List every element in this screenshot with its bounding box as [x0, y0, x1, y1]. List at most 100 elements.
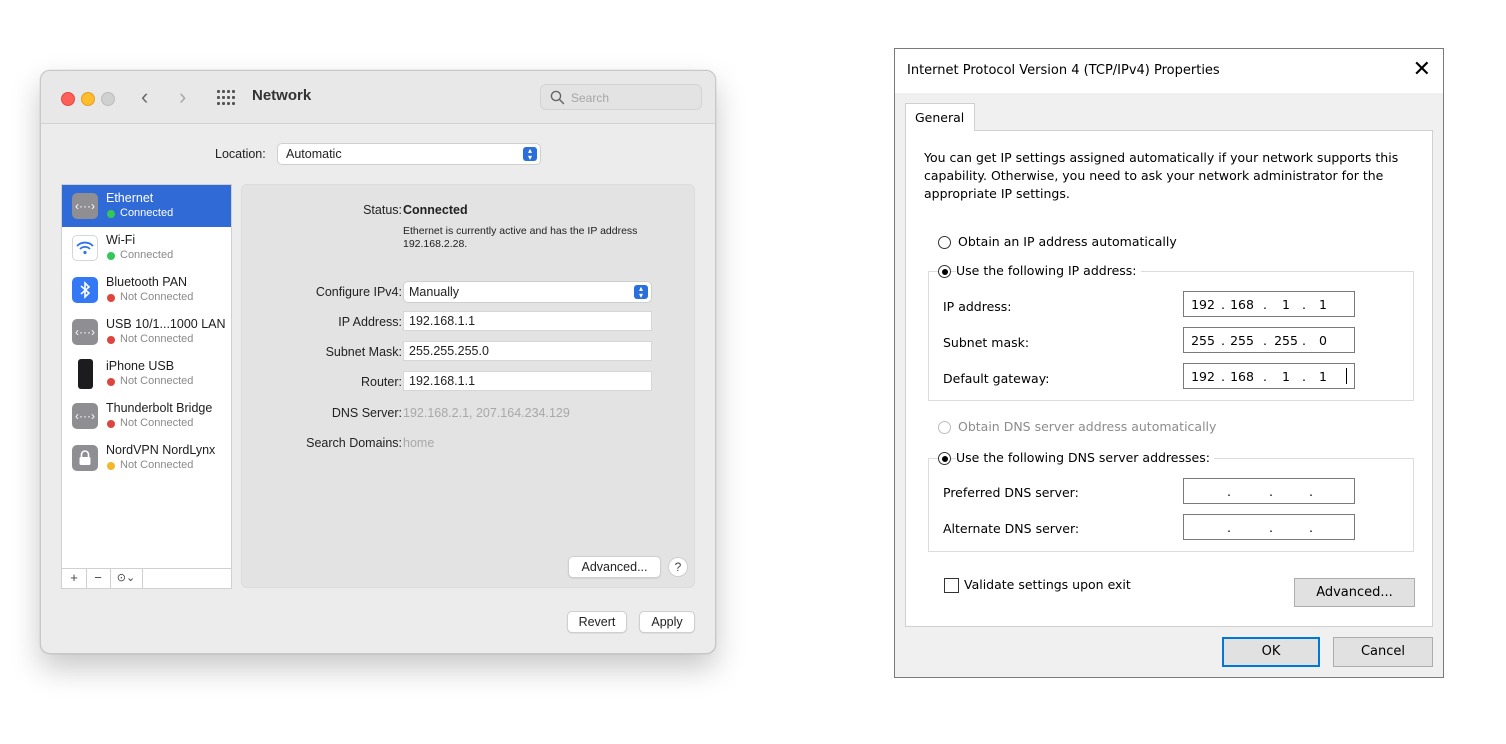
preferred-dns-label: Preferred DNS server: — [943, 485, 1079, 500]
minimize-window-button[interactable] — [81, 92, 95, 106]
use-following-dns-radio[interactable] — [938, 452, 951, 465]
status-value: Connected — [403, 203, 468, 217]
ip-address-group: IP address: 192. 168. 1. 1 Subnet mask: … — [928, 271, 1414, 401]
service-item-usb-lan[interactable]: ‹···› USB 10/1...1000 LAN Not Connected — [62, 311, 231, 353]
configure-ipv4-value: Manually — [409, 285, 460, 299]
location-select[interactable]: Automatic ▴ ▾ — [277, 143, 541, 165]
status-label: Status: — [363, 203, 402, 217]
forward-chevron-icon[interactable]: › — [179, 84, 186, 110]
subnet-mask-input[interactable]: 255. 255. 255. 0 — [1183, 327, 1355, 353]
service-status: Not Connected — [120, 291, 194, 303]
ip-octet: 255 — [1191, 333, 1215, 348]
status-dot — [107, 420, 115, 428]
service-status: Connected — [120, 249, 174, 261]
add-service-button[interactable]: + — [62, 569, 87, 588]
obtain-dns-auto-radio[interactable] — [938, 421, 951, 434]
iphone-icon — [72, 359, 98, 389]
search-domains-label: Search Domains: — [306, 436, 402, 450]
ip-address-input[interactable]: 192. 168. 1. 1 — [1183, 291, 1355, 317]
ip-octet: 192 — [1191, 297, 1215, 312]
ip-octet: 0 — [1319, 333, 1327, 348]
ip-address-label: IP address: — [943, 299, 1012, 314]
dns-server-value: 192.168.2.1, 207.164.234.129 — [403, 406, 570, 420]
ip-octet: 1 — [1282, 297, 1290, 312]
validate-settings-label[interactable]: Validate settings upon exit — [964, 577, 1131, 592]
intro-text: You can get IP settings assigned automat… — [924, 150, 1399, 201]
status-description: Ethernet is currently active and has the… — [403, 225, 638, 250]
advanced-button[interactable]: Advanced... — [1294, 578, 1415, 607]
help-button[interactable]: ? — [668, 557, 688, 577]
obtain-ip-auto-radio[interactable] — [938, 236, 951, 249]
obtain-dns-auto-label[interactable]: Obtain DNS server address automatically — [958, 419, 1216, 434]
close-icon[interactable]: ✕ — [1413, 57, 1431, 83]
advanced-button[interactable]: Advanced... — [568, 556, 661, 578]
mac-network-window: ‹ › Network Location: Automatic ▴▾ ‹···›… — [40, 70, 716, 654]
search-icon — [550, 90, 565, 105]
action-menu-button[interactable]: ⊙⌄ — [110, 569, 143, 588]
use-following-ip-radio[interactable] — [938, 265, 951, 278]
remove-service-button[interactable]: − — [86, 569, 111, 588]
lock-icon — [72, 445, 98, 471]
service-name: iPhone USB — [106, 359, 175, 373]
obtain-ip-auto-label[interactable]: Obtain an IP address automatically — [958, 234, 1177, 249]
zoom-window-button[interactable] — [101, 92, 115, 106]
status-dot — [107, 294, 115, 302]
alternate-dns-label: Alternate DNS server: — [943, 521, 1080, 536]
dialog-title: Internet Protocol Version 4 (TCP/IPv4) P… — [907, 63, 1220, 78]
search-field[interactable] — [540, 84, 702, 110]
ethernet-icon: ‹···› — [72, 193, 98, 219]
revert-button[interactable]: Revert — [567, 611, 627, 633]
service-name: Thunderbolt Bridge — [106, 401, 213, 415]
ip-address-label: IP Address: — [338, 315, 402, 329]
window-title: Network — [252, 87, 312, 104]
ipv4-properties-dialog: Internet Protocol Version 4 (TCP/IPv4) P… — [894, 48, 1444, 678]
service-item-wifi[interactable]: Wi-Fi Connected — [62, 227, 231, 269]
popup-stepper-icon: ▴ ▾ — [523, 147, 537, 162]
bluetooth-icon — [72, 277, 98, 303]
location-value: Automatic — [286, 147, 342, 161]
ip-address-field[interactable]: 192.168.1.1 — [403, 311, 652, 331]
status-dot — [107, 210, 115, 218]
ip-octet: 255 — [1230, 333, 1254, 348]
ip-octet: 1 — [1319, 369, 1327, 384]
service-status: Not Connected — [120, 459, 194, 471]
search-input[interactable] — [569, 88, 698, 108]
service-item-bluetooth-pan[interactable]: Bluetooth PAN Not Connected — [62, 269, 231, 311]
tab-general[interactable]: General — [905, 103, 975, 131]
detail-panel: Status: Connected Ethernet is currently … — [241, 184, 695, 588]
ip-octet: 168 — [1230, 369, 1254, 384]
use-following-dns-label[interactable]: Use the following DNS server addresses: — [956, 450, 1214, 465]
configure-ipv4-label: Configure IPv4: — [315, 285, 402, 299]
use-following-ip-label[interactable]: Use the following IP address: — [956, 263, 1141, 278]
tab-general-label: General — [915, 110, 965, 125]
subnet-mask-label: Subnet Mask: — [325, 345, 402, 359]
service-status: Not Connected — [120, 417, 194, 429]
subnet-mask-label: Subnet mask: — [943, 335, 1030, 350]
location-label: Location: — [215, 147, 266, 161]
subnet-mask-field[interactable]: 255.255.255.0 — [403, 341, 652, 361]
service-name: NordVPN NordLynx — [106, 443, 216, 457]
status-dot — [107, 336, 115, 344]
service-name: USB 10/1...1000 LAN — [106, 317, 226, 331]
configure-ipv4-select[interactable]: Manually ▴ ▾ — [403, 281, 652, 303]
service-item-ethernet[interactable]: ‹···› Ethernet Connected — [62, 185, 231, 227]
apply-button[interactable]: Apply — [639, 611, 695, 633]
service-item-iphone-usb[interactable]: iPhone USB Not Connected — [62, 353, 231, 395]
back-chevron-icon[interactable]: ‹ — [141, 84, 148, 110]
service-item-thunderbolt-bridge[interactable]: ‹···› Thunderbolt Bridge Not Connected — [62, 395, 231, 437]
wifi-icon — [72, 235, 98, 261]
show-all-grid-icon[interactable] — [217, 90, 237, 105]
default-gateway-input[interactable]: 192. 168. 1. 1 — [1183, 363, 1355, 389]
validate-settings-checkbox[interactable] — [944, 578, 959, 593]
cancel-button[interactable]: Cancel — [1333, 637, 1433, 667]
close-window-button[interactable] — [61, 92, 75, 106]
service-name: Wi-Fi — [106, 233, 136, 247]
router-field[interactable]: 192.168.1.1 — [403, 371, 652, 391]
status-dot — [107, 252, 115, 260]
ok-button[interactable]: OK — [1222, 637, 1320, 667]
service-item-nordvpn[interactable]: NordVPN NordLynx Not Connected — [62, 437, 231, 479]
alternate-dns-input[interactable]: ... — [1183, 514, 1355, 540]
ip-octet: 1 — [1282, 369, 1290, 384]
general-tab-page: You can get IP settings assigned automat… — [905, 130, 1433, 627]
preferred-dns-input[interactable]: ... — [1183, 478, 1355, 504]
